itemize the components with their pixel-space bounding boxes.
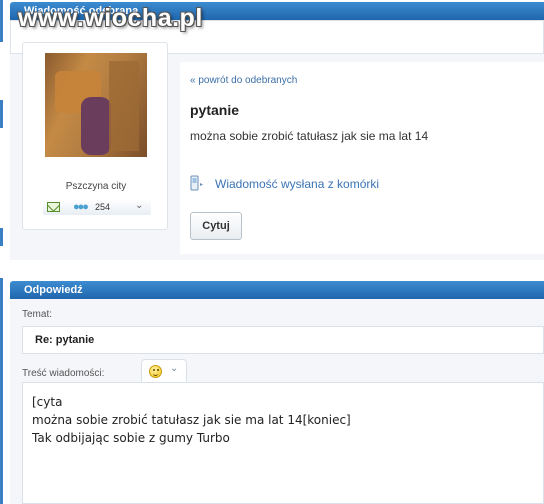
- sender-avatar[interactable]: [45, 53, 147, 157]
- textarea-line: Tak odbijając sobie z gumy Turbo: [32, 431, 230, 445]
- chevron-down-icon[interactable]: ⌄: [135, 200, 143, 211]
- reply-message-textarea[interactable]: [cyta można sobie zrobić tatułasz jak si…: [22, 382, 544, 504]
- friends-count: 254: [95, 202, 111, 212]
- smiley-icon: [149, 365, 162, 378]
- left-accent-strip: [0, 100, 3, 128]
- sent-from-mobile-note: Wiadomość wysłana z komórki: [215, 177, 380, 191]
- content-label: Treść wiadomości:: [22, 368, 105, 379]
- emoticon-picker[interactable]: ⌄: [141, 359, 187, 383]
- chevron-down-icon: ⌄: [170, 363, 179, 374]
- left-accent-strip: [0, 278, 3, 504]
- sender-username[interactable]: Pszczyna city: [23, 181, 169, 192]
- textarea-line: [cyta: [32, 395, 63, 409]
- site-watermark: www.wiocha.pl: [18, 4, 203, 32]
- avatar-image-region: [81, 97, 111, 155]
- sender-profile-card: Pszczyna city ●●● 254 ⌄: [22, 42, 168, 230]
- back-to-inbox-link[interactable]: « powrót do odebranych: [190, 75, 297, 86]
- reply-subject-input[interactable]: Re: pytanie: [22, 326, 544, 354]
- left-accent-strip: [0, 228, 3, 246]
- mobile-phone-icon: [190, 175, 203, 191]
- reply-panel-title: Odpowiedź: [24, 284, 83, 296]
- friends-icon[interactable]: ●●●: [73, 201, 89, 213]
- textarea-line: można sobie zrobić tatułasz jak sie ma l…: [32, 413, 351, 427]
- subject-label: Temat:: [22, 309, 53, 320]
- message-subject: pytanie: [190, 102, 240, 118]
- avatar-image-region: [109, 61, 139, 151]
- quote-button[interactable]: Cytuj: [190, 212, 242, 240]
- send-message-icon[interactable]: [47, 202, 60, 212]
- profile-actions-bar: ●●● 254 ⌄: [43, 199, 151, 215]
- reply-panel-header: Odpowiedź: [10, 281, 544, 299]
- left-accent-strip: [0, 0, 3, 42]
- message-body: można sobie zrobić tatułasz jak sie ma l…: [190, 129, 429, 143]
